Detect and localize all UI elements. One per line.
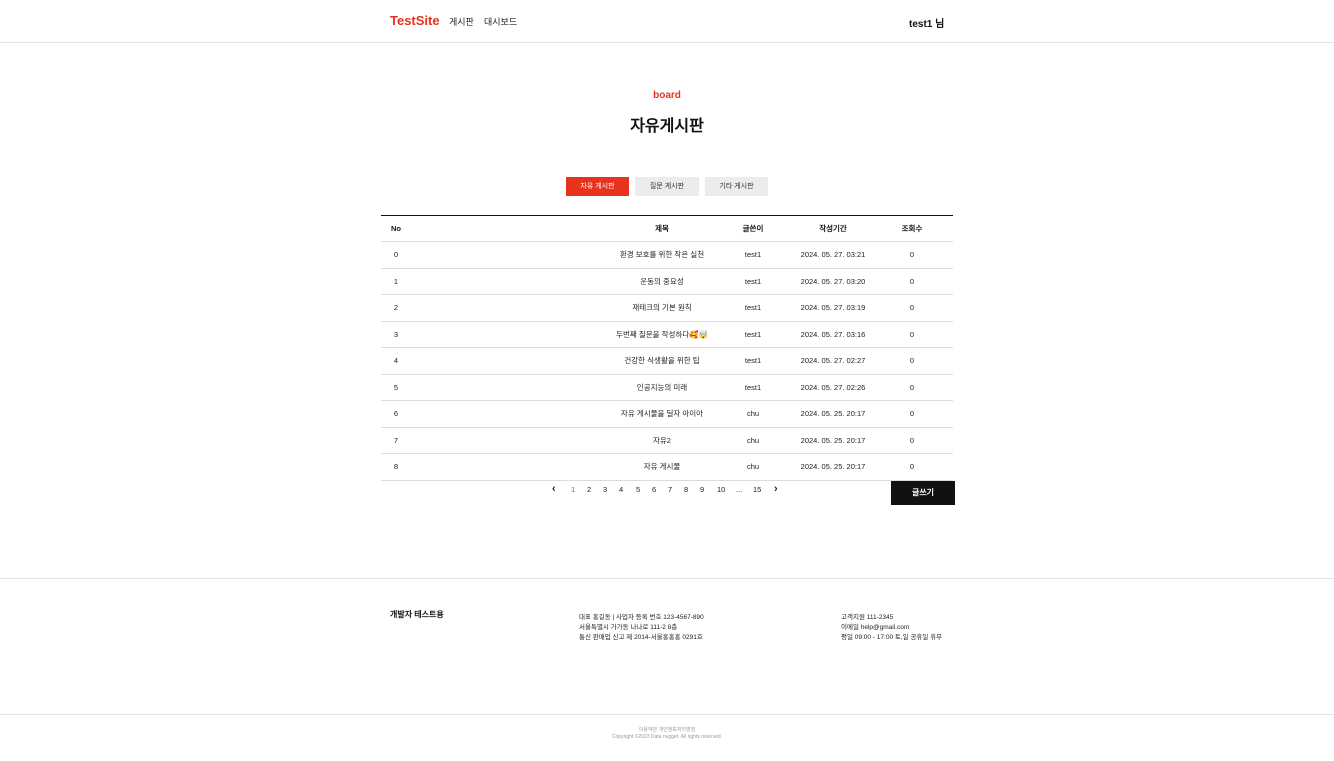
section-eyebrow: board	[653, 90, 681, 101]
row-date: 2024. 05. 25. 20:17	[800, 462, 866, 471]
page-link[interactable]: 10	[717, 483, 725, 497]
page-title: 자유게시판	[630, 118, 704, 135]
row-author: chu	[746, 409, 760, 418]
site-footer: 개발자 테스트용 대표 홍길동 | 사업자 등록 번호 123-4567-890…	[0, 578, 1334, 715]
site-logo[interactable]: TestSite	[390, 13, 440, 28]
write-post-button[interactable]: 글쓰기	[891, 481, 955, 505]
row-views: 0	[909, 382, 915, 392]
table-row[interactable]: 0 환경 보호를 위한 작은 실천 test1 2024. 05. 27. 03:21…	[381, 242, 953, 269]
row-no: 6	[393, 409, 399, 418]
page-link[interactable]: 4	[619, 483, 623, 497]
tab-etc-board[interactable]: 기타 게시판	[705, 177, 768, 196]
footer-brand: 개발자 테스트용	[390, 610, 444, 619]
table-row[interactable]: 4 건강한 식생활을 위한 팁 test1 2024. 05. 27. 02:27 0	[381, 348, 953, 375]
nav-dashboard-link[interactable]: 대시보드	[484, 15, 517, 28]
page-link[interactable]: 1	[571, 483, 575, 497]
header-no: No	[391, 224, 401, 233]
row-views: 0	[909, 329, 915, 339]
table-row[interactable]: 2 재테크의 기본 원칙 test1 2024. 05. 27. 03:19 0	[381, 295, 953, 322]
row-author: chu	[746, 435, 760, 445]
page-link[interactable]: 3	[603, 483, 607, 497]
row-author: chu	[746, 462, 760, 471]
row-views: 0	[909, 435, 915, 445]
footer-company-line: 서울특별시 가가동 나나로 111-2 8층	[579, 624, 678, 631]
page-link[interactable]: 2	[587, 483, 591, 497]
tab-question-board[interactable]: 질문 게시판	[635, 177, 699, 196]
row-author: test1	[744, 276, 762, 286]
row-views: 0	[909, 462, 915, 471]
row-views: 0	[909, 250, 915, 259]
row-views: 0	[909, 276, 915, 286]
page-link[interactable]: 6	[652, 483, 656, 497]
footer-company-info: 대표 홍길동 | 사업자 등록 번호 123-4567-890 서울특별시 가가…	[579, 613, 704, 643]
footer-contact-line: 이메일 help@gmail.com	[841, 624, 910, 631]
row-date: 2024. 05. 27. 03:21	[800, 250, 866, 259]
user-menu[interactable]: test1 님	[909, 15, 944, 30]
row-date: 2024. 05. 25. 20:17	[800, 409, 866, 418]
row-date: 2024. 05. 27. 02:27	[800, 356, 866, 365]
row-author: test1	[744, 382, 762, 392]
row-author: test1	[744, 329, 762, 339]
header-date: 작성기간	[819, 224, 847, 233]
table-row[interactable]: 7 자유2 chu 2024. 05. 25. 20:17 0	[381, 428, 953, 454]
page-ellipsis: ...	[736, 485, 743, 494]
footer-company-line: 대표 홍길동 | 사업자 등록 번호 123-4567-890	[579, 614, 704, 621]
row-views: 0	[909, 303, 915, 312]
pagination: ‹ 1 2 3 4 5 6 7 8 9 10 ... 15 ›	[551, 483, 783, 497]
table-row[interactable]: 1 운동의 중요성 test1 2024. 05. 27. 03:20 0	[381, 269, 953, 295]
row-author: test1	[744, 356, 762, 365]
page-link[interactable]: 9	[700, 483, 704, 497]
page-link[interactable]: 15	[753, 483, 761, 497]
header-author: 글쓴이	[742, 224, 764, 233]
row-date: 2024. 05. 27. 03:19	[800, 303, 866, 312]
page-link[interactable]: 7	[668, 483, 672, 497]
nav-board-link[interactable]: 게시판	[449, 15, 474, 28]
row-date: 2024. 05. 27. 03:16	[800, 329, 866, 339]
table-row[interactable]: 5 인공지능의 미래 test1 2024. 05. 27. 02:26 0	[381, 375, 953, 401]
footer-contact-line: 평일 09:00 - 17:00 토,일 공휴일 휴무	[841, 634, 943, 641]
row-no: 8	[393, 462, 399, 471]
prev-page-icon[interactable]: ‹	[552, 482, 556, 496]
row-author: test1	[744, 250, 762, 259]
page-link[interactable]: 5	[636, 483, 640, 497]
row-no: 2	[393, 303, 399, 312]
row-views: 0	[909, 409, 915, 418]
row-no: 0	[393, 250, 399, 259]
row-no: 7	[393, 435, 399, 445]
page-link[interactable]: 8	[684, 483, 688, 497]
row-no: 3	[393, 329, 399, 339]
footer-contact-info: 고객지원 111-2345 이메일 help@gmail.com 평일 09:0…	[841, 613, 942, 643]
table-row[interactable]: 8 자유 게시물 chu 2024. 05. 25. 20:17 0	[381, 454, 953, 481]
copyright-text: Copyright ©2023 Data nugget. All rights …	[611, 734, 723, 740]
table-row[interactable]: 6 자유 게시물을 딜자 아이아 chu 2024. 05. 25. 20:17 0	[381, 401, 953, 428]
footer-company-line: 통신 판매업 신고 제 2014-서울홍홍홍 0291호	[579, 634, 703, 641]
header-views: 조회수	[901, 224, 923, 233]
footer-contact-line: 고객지원 111-2345	[841, 614, 894, 621]
board-table: No 제목 글쓴이 작성기간 조회수 0 환경 보호를 위한 작은 실천 test1…	[381, 215, 953, 481]
table-header: No 제목 글쓴이 작성기간 조회수	[381, 216, 953, 242]
next-page-icon[interactable]: ›	[774, 482, 778, 496]
row-views: 0	[909, 356, 915, 365]
row-date: 2024. 05. 27. 03:20	[800, 276, 866, 286]
tab-free-board[interactable]: 자유 게시판	[566, 177, 629, 196]
table-row[interactable]: 3 두번째 질문을 작성하다🥰🤯 test1 2024. 05. 27. 03:16 0	[381, 322, 953, 348]
top-header: TestSite 게시판 대시보드 test1 님	[0, 0, 1334, 43]
row-date: 2024. 05. 27. 02:26	[800, 382, 866, 392]
row-author: test1	[744, 303, 762, 312]
row-no: 4	[393, 356, 399, 365]
row-no: 5	[393, 382, 399, 392]
row-date: 2024. 05. 25. 20:17	[800, 435, 866, 445]
row-no: 1	[393, 276, 399, 286]
